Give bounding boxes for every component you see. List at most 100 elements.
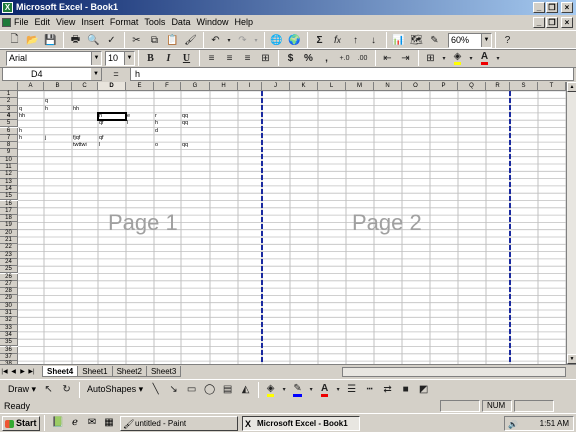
spelling-icon[interactable]: ✓ xyxy=(103,32,120,48)
cell-a3[interactable]: q xyxy=(18,106,22,113)
column-header-f[interactable]: F xyxy=(154,82,181,91)
row-header-5[interactable]: 5 xyxy=(0,120,18,128)
font-color-dropdown-icon[interactable]: ▾ xyxy=(334,382,342,398)
column-header-q[interactable]: Q xyxy=(458,82,486,91)
horizontal-scrollbar[interactable] xyxy=(342,367,566,377)
wordart-icon[interactable]: ◭ xyxy=(237,382,254,398)
line-color-icon[interactable]: ✎ xyxy=(289,382,306,398)
column-header-n[interactable]: N xyxy=(374,82,402,91)
row-header-35[interactable]: 35 xyxy=(0,339,18,347)
row-header-4[interactable]: 4 xyxy=(0,112,18,121)
autosum-icon[interactable]: Σ xyxy=(311,32,328,48)
cell-d7[interactable]: qf xyxy=(98,135,104,142)
column-header-l[interactable]: L xyxy=(318,82,346,91)
align-center-icon[interactable]: ≡ xyxy=(221,50,238,66)
column-header-t[interactable]: T xyxy=(538,82,566,91)
cell-f5[interactable]: h xyxy=(154,120,158,127)
name-box[interactable]: D4 ▼ xyxy=(2,67,102,81)
cut-icon[interactable]: ✂ xyxy=(128,32,145,48)
row-header-8[interactable]: 8 xyxy=(0,142,18,150)
undo-icon[interactable]: ↶ xyxy=(207,32,224,48)
menu-file[interactable]: File xyxy=(0,15,32,30)
menu-insert[interactable]: Insert xyxy=(78,15,107,30)
clock[interactable]: 1:51 AM xyxy=(540,419,569,428)
paste-function-icon[interactable]: fx xyxy=(329,32,346,48)
active-cell-cursor[interactable] xyxy=(97,111,127,122)
chevron-down-icon[interactable]: ▼ xyxy=(91,68,101,80)
new-icon[interactable]: 🗋 xyxy=(6,32,23,48)
cell-g4[interactable]: qq xyxy=(181,113,188,120)
column-header-s[interactable]: S xyxy=(510,82,538,91)
menu-window[interactable]: Window xyxy=(193,15,231,30)
row-header-23[interactable]: 23 xyxy=(0,251,18,259)
close-button[interactable]: × xyxy=(561,2,573,13)
font-select[interactable]: Arial ▼ xyxy=(6,50,102,66)
line-icon[interactable]: ╲ xyxy=(147,382,164,398)
menu-view[interactable]: View xyxy=(53,15,78,30)
fill-color-icon[interactable]: ◈ xyxy=(262,382,279,398)
print-icon[interactable]: 🖶 xyxy=(67,32,84,48)
column-header-b[interactable]: B xyxy=(44,82,72,91)
task-excel[interactable]: X Microsoft Excel - Book1 xyxy=(242,415,360,431)
arrow-style-icon[interactable]: ⇄ xyxy=(379,382,396,398)
chevron-down-icon[interactable]: ▼ xyxy=(481,33,491,47)
cell-b7[interactable]: j xyxy=(44,135,46,142)
chart-wizard-icon[interactable]: 📊 xyxy=(390,32,407,48)
prev-sheet-icon[interactable]: ◀ xyxy=(9,367,18,377)
column-header-o[interactable]: O xyxy=(402,82,430,91)
row-header-9[interactable]: 9 xyxy=(0,149,18,157)
undo-dropdown-icon[interactable]: ▾ xyxy=(225,32,233,48)
line-color-dropdown-icon[interactable]: ▾ xyxy=(307,382,315,398)
open-icon[interactable]: 📂 xyxy=(24,32,41,48)
show-desktop-icon[interactable]: ▦ xyxy=(102,416,116,430)
redo-icon[interactable]: ↷ xyxy=(234,32,251,48)
oval-icon[interactable]: ◯ xyxy=(201,382,218,398)
dash-style-icon[interactable]: ┅ xyxy=(361,382,378,398)
next-sheet-icon[interactable]: ▶ xyxy=(18,367,27,377)
workbook-restore-button[interactable]: ❐ xyxy=(546,17,558,28)
format-painter-icon[interactable]: 🖌 xyxy=(182,32,199,48)
scroll-down-icon[interactable]: ▼ xyxy=(567,354,576,364)
row-header-30[interactable]: 30 xyxy=(0,302,18,310)
borders-icon[interactable]: ⊞ xyxy=(422,50,439,66)
decrease-decimal-icon[interactable]: .00 xyxy=(354,50,371,66)
draw-menu-button[interactable]: Draw ▾ xyxy=(4,384,40,395)
column-header-r[interactable]: R xyxy=(486,82,510,91)
drawing-icon[interactable]: ✎ xyxy=(426,32,443,48)
font-color-icon[interactable]: A xyxy=(316,382,333,398)
column-header-g[interactable]: G xyxy=(181,82,210,91)
first-sheet-icon[interactable]: |◀ xyxy=(0,367,9,377)
comma-style-icon[interactable]: , xyxy=(318,50,335,66)
row-header-21[interactable]: 21 xyxy=(0,237,18,245)
cell-a7[interactable]: h xyxy=(18,135,22,142)
autoshapes-menu-button[interactable]: AutoShapes ▾ xyxy=(83,384,147,395)
cell-c3[interactable]: hh xyxy=(72,106,79,113)
office-assistant-icon[interactable]: ? xyxy=(499,32,516,48)
cell-g5[interactable]: qq xyxy=(181,120,188,127)
column-header-i[interactable]: I xyxy=(238,82,262,91)
row-header-26[interactable]: 26 xyxy=(0,273,18,281)
column-header-a[interactable]: A xyxy=(18,82,44,91)
row-header-20[interactable]: 20 xyxy=(0,229,18,237)
cell-b2[interactable]: q xyxy=(44,98,48,105)
row-header-15[interactable]: 15 xyxy=(0,193,18,201)
row-header-14[interactable]: 14 xyxy=(0,185,18,194)
menu-edit[interactable]: Edit xyxy=(32,15,54,30)
row-header-22[interactable]: 22 xyxy=(0,244,18,252)
worksheet-grid[interactable]: ABCDEFGHIJKLMNOPQRST 1 2 3 4 5 6 7 8 9 10 11 12 13 14… xyxy=(0,82,566,364)
row-header-32[interactable]: 32 xyxy=(0,317,18,325)
increase-indent-icon[interactable]: ⇥ xyxy=(397,50,414,66)
row-header-31[interactable]: 31 xyxy=(0,310,18,318)
chevron-down-icon[interactable]: ▼ xyxy=(124,51,134,65)
formula-equals-button[interactable]: = xyxy=(102,69,130,79)
column-header-d[interactable]: D xyxy=(98,82,126,91)
restore-button[interactable]: ❐ xyxy=(546,2,558,13)
row-header-19[interactable]: 19 xyxy=(0,222,18,230)
select-all-button[interactable] xyxy=(0,82,18,91)
cell-c7[interactable]: fjqf xyxy=(72,135,80,142)
currency-icon[interactable]: $ xyxy=(282,50,299,66)
insert-hyperlink-icon[interactable]: 🌐 xyxy=(268,32,285,48)
shadow-icon[interactable]: ■ xyxy=(397,382,414,398)
row-header-11[interactable]: 11 xyxy=(0,164,18,172)
free-rotate-icon[interactable]: ↻ xyxy=(58,382,75,398)
